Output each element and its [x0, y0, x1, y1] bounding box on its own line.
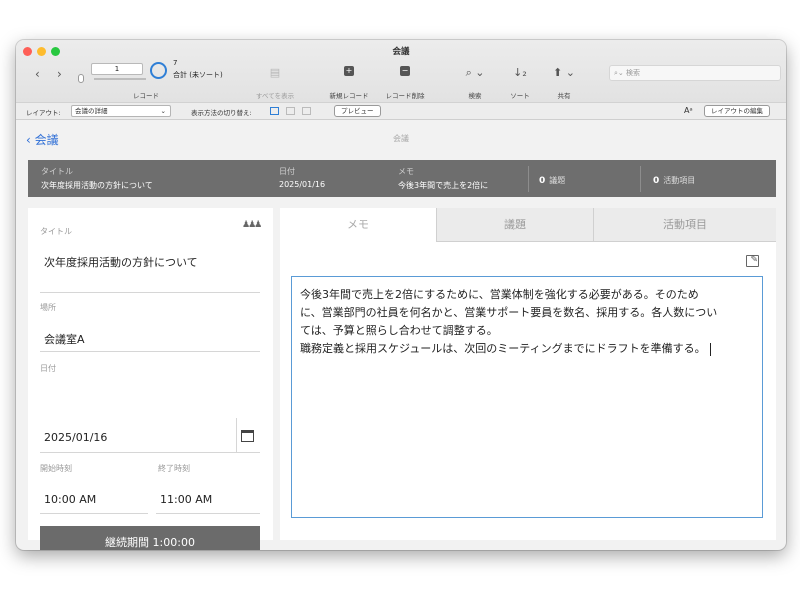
meeting-form-panel: タイトル ♟♟♟ 次年度採用活動の方針について 場所 会議室A 日付 2025/…: [28, 208, 273, 550]
record-slider-handle[interactable]: [78, 74, 84, 83]
quick-find-field[interactable]: ⌕⌄ 検索: [609, 65, 781, 81]
edit-layout-button[interactable]: レイアウトの編集: [704, 105, 770, 117]
show-all-button[interactable]: すべてを表示: [256, 90, 294, 100]
table-view-icon[interactable]: [302, 107, 311, 115]
new-record-button[interactable]: 新規レコード: [330, 90, 369, 100]
summary-strip: タイトル 次年度採用活動の方針について 日付 2025/01/16 メモ 今後3…: [28, 160, 776, 197]
record-count: 7: [173, 59, 178, 67]
list-view-icon[interactable]: [286, 107, 295, 115]
detail-tabs-panel: メモ 議題 活動項目 ✎ 今後3年間で売上を2倍にするために、営業体制を強化する…: [280, 208, 776, 540]
preview-button[interactable]: プレビュー: [334, 105, 381, 117]
share-icon[interactable]: ⬆ ⌄: [553, 66, 575, 79]
agenda-count-value: 0: [539, 176, 546, 186]
share-button[interactable]: 共有: [558, 90, 571, 100]
summary-title-value: 次年度採用活動の方針について: [41, 181, 153, 190]
layout-select[interactable]: 会議の詳細 ⌄: [71, 105, 171, 117]
field-divider: [156, 513, 260, 514]
agenda-count-label: 議題: [549, 176, 566, 185]
summary-title-label: タイトル: [41, 167, 73, 176]
summary-divider: [528, 166, 529, 192]
text-caret: [709, 342, 711, 356]
search-icon: ⌕⌄: [614, 69, 624, 77]
duration-display: 継続期間 1:00:00: [40, 526, 260, 550]
text-size-icon[interactable]: Aᵃ: [684, 106, 693, 115]
summary-memo-label: メモ: [398, 167, 414, 176]
start-time-field[interactable]: 10:00 AM: [44, 493, 96, 506]
memo-line: に、営業部門の社員を何名かと、営業サポート要員を数名、採用する。各人数につい: [300, 306, 718, 319]
location-field-label: 場所: [40, 303, 56, 312]
field-divider: [40, 513, 148, 514]
action-count-value: 0: [653, 176, 660, 186]
chevron-down-icon: ⌄: [160, 107, 166, 115]
window-title: 会議: [392, 47, 410, 57]
location-field[interactable]: 会議室A: [44, 331, 85, 347]
previous-record-icon[interactable]: ‹: [35, 67, 40, 81]
app-window: 会議 ‹ › 1 7 合計 (未ソート) レコード ▤ すべてを表示 + 新規レ…: [16, 40, 786, 550]
delete-record-button[interactable]: レコード削除: [386, 90, 425, 100]
record-slider-track[interactable]: [94, 78, 146, 80]
tab-memo[interactable]: メモ: [280, 208, 436, 242]
team-icon[interactable]: ♟♟♟: [242, 220, 262, 230]
delete-record-icon[interactable]: −: [400, 66, 410, 76]
start-time-label: 開始時刻: [40, 464, 72, 473]
summary-divider: [640, 166, 641, 192]
nav-title: 会議: [393, 134, 409, 143]
end-time-label: 終了時刻: [158, 464, 190, 473]
memo-line: 今後3年間で売上を2倍にするために、営業体制を強化する必要がある。そのため: [300, 288, 699, 301]
toolbar: 会議 ‹ › 1 7 合計 (未ソート) レコード ▤ すべてを表示 + 新規レ…: [16, 40, 786, 102]
summary-memo-value: 今後3年間で売上を2倍に: [398, 181, 489, 190]
field-divider: [40, 351, 260, 352]
field-divider: [40, 452, 260, 453]
form-view-icon[interactable]: [270, 107, 279, 115]
date-field-label: 日付: [40, 364, 56, 373]
memo-textarea[interactable]: 今後3年間で売上を2倍にするために、営業体制を強化する必要がある。そのため に、…: [291, 276, 763, 518]
field-divider: [40, 292, 260, 293]
navigation-bar: ‹ 会議 会議: [16, 120, 786, 160]
title-field[interactable]: 次年度採用活動の方針について: [44, 254, 198, 270]
summary-agenda-count: 0 議題: [539, 175, 565, 186]
record-progress-ring-icon: [150, 62, 167, 79]
next-record-icon[interactable]: ›: [57, 67, 62, 81]
layout-label: レイアウト:: [26, 109, 61, 117]
memo-line: ては、予算と照らし合わせて調整する。: [300, 324, 498, 337]
record-sort-status: 合計 (未ソート): [173, 71, 223, 79]
edit-icon[interactable]: ✎: [746, 255, 759, 267]
show-all-icon[interactable]: ▤: [270, 66, 280, 79]
memo-line: 職務定義と採用スケジュールは、次回のミーティングまでにドラフトを準備する。: [300, 340, 754, 358]
summary-action-count: 0 活動項目: [653, 175, 695, 186]
action-count-label: 活動項目: [663, 176, 696, 185]
record-label: レコード: [133, 92, 159, 100]
end-time-field[interactable]: 11:00 AM: [160, 493, 212, 506]
calendar-separator: [236, 418, 237, 452]
new-record-icon[interactable]: +: [344, 66, 354, 76]
view-as-label: 表示方法の切り替え:: [191, 109, 252, 117]
memo-line-text: 職務定義と採用スケジュールは、次回のミーティングまでにドラフトを準備する。: [300, 342, 706, 355]
quick-find-placeholder: 検索: [626, 69, 641, 77]
layout-bar: レイアウト: 会議の詳細 ⌄ 表示方法の切り替え: プレビュー Aᵃ レイアウト…: [16, 102, 786, 120]
sort-button[interactable]: ソート: [510, 90, 530, 100]
summary-date-value: 2025/01/16: [279, 180, 326, 189]
record-number-input[interactable]: 1: [91, 63, 143, 75]
date-field[interactable]: 2025/01/16: [44, 431, 107, 444]
summary-date-label: 日付: [279, 167, 295, 176]
find-button[interactable]: 検索: [469, 90, 482, 100]
tab-agenda[interactable]: 議題: [437, 208, 593, 242]
find-icon[interactable]: ⌕ ⌄: [466, 66, 485, 80]
sort-icon[interactable]: ↓₂: [513, 66, 527, 79]
layout-select-value: 会議の詳細: [75, 107, 108, 115]
title-field-label: タイトル: [40, 227, 72, 236]
tab-action-items[interactable]: 活動項目: [594, 208, 776, 242]
calendar-icon[interactable]: [241, 430, 254, 442]
